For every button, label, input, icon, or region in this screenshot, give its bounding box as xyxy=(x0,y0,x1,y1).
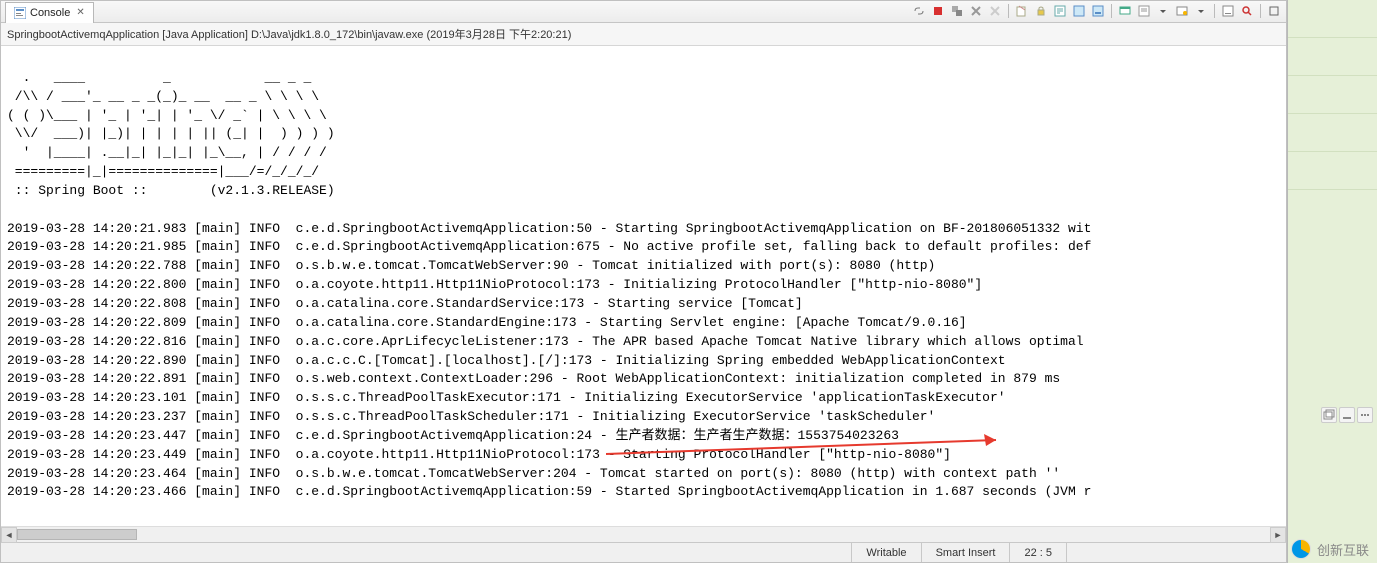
console-view: Console ✕ xyxy=(0,0,1287,563)
log-line: 2019-03-28 14:20:22.809 [main] INFO o.a.… xyxy=(7,314,1280,333)
log-line: 2019-03-28 14:20:23.237 [main] INFO o.s.… xyxy=(7,408,1280,427)
console-tabbar: Console ✕ xyxy=(1,1,1286,23)
status-bar: Writable Smart Insert 22 : 5 xyxy=(1,542,1286,562)
toolbar-separator xyxy=(1008,4,1009,18)
terminate-all-icon[interactable] xyxy=(949,3,965,19)
run-info-text: SpringbootActivemqApplication [Java Appl… xyxy=(7,29,571,41)
toolbar-separator xyxy=(1111,4,1112,18)
watermark-logo-icon xyxy=(1291,539,1311,559)
show-console-on-out-icon[interactable] xyxy=(1090,3,1106,19)
remove-launch-icon[interactable] xyxy=(968,3,984,19)
scroll-right-icon[interactable]: ► xyxy=(1270,527,1286,543)
log-line: 2019-03-28 14:20:23.466 [main] INFO c.e.… xyxy=(7,483,1280,502)
clear-icon[interactable] xyxy=(1014,3,1030,19)
console-tab[interactable]: Console ✕ xyxy=(5,2,94,23)
minimize-view-icon[interactable] xyxy=(1339,407,1355,423)
log-line: 2019-03-28 14:20:22.891 [main] INFO o.s.… xyxy=(7,370,1280,389)
dropdown-icon[interactable] xyxy=(1155,3,1171,19)
log-line: 2019-03-28 14:20:22.788 [main] INFO o.s.… xyxy=(7,257,1280,276)
toolbar-separator xyxy=(1214,4,1215,18)
console-tab-label: Console xyxy=(30,7,70,19)
link-icon[interactable] xyxy=(911,3,927,19)
word-wrap-icon[interactable] xyxy=(1052,3,1068,19)
restore-icon[interactable] xyxy=(1321,407,1337,423)
log-line: 2019-03-28 14:20:22.890 [main] INFO o.a.… xyxy=(7,352,1280,371)
log-line: 2019-03-28 14:20:21.985 [main] INFO c.e.… xyxy=(7,238,1280,257)
side-panel xyxy=(1287,0,1377,563)
status-cursor-position: 22 : 5 xyxy=(1009,543,1066,562)
ascii-art-line: /\\ / ___'_ __ _ _(_)_ __ __ _ \ \ \ \ xyxy=(7,88,1280,107)
run-info-bar: SpringbootActivemqApplication [Java Appl… xyxy=(1,23,1286,46)
toolbar-separator xyxy=(1260,4,1261,18)
close-icon[interactable]: ✕ xyxy=(74,7,84,18)
show-console-icon[interactable] xyxy=(1071,3,1087,19)
log-line: 2019-03-28 14:20:23.447 [main] INFO c.e.… xyxy=(7,427,1280,446)
log-line: 2019-03-28 14:20:23.464 [main] INFO o.s.… xyxy=(7,465,1280,484)
scroll-left-icon[interactable]: ◄ xyxy=(1,527,17,543)
ascii-art-line: \\/ ___)| |_)| | | | | || (_| | ) ) ) ) xyxy=(7,125,1280,144)
watermark: 创新互联 xyxy=(1291,539,1369,559)
remove-all-icon[interactable] xyxy=(987,3,1003,19)
status-empty xyxy=(1066,543,1286,562)
log-line: 2019-03-28 14:20:22.800 [main] INFO o.a.… xyxy=(7,276,1280,295)
find-icon[interactable] xyxy=(1239,3,1255,19)
maximize-icon[interactable] xyxy=(1266,3,1282,19)
ascii-art-line: ( ( )\___ | '_ | '_| | '_ \/ _` | \ \ \ … xyxy=(7,107,1280,126)
log-line: 2019-03-28 14:20:22.816 [main] INFO o.a.… xyxy=(7,333,1280,352)
ascii-art-line: =========|_|==============|___/=/_/_/_/ xyxy=(7,163,1280,182)
ascii-art-line: :: Spring Boot :: (v2.1.3.RELEASE) xyxy=(7,182,1280,201)
console-toolbar xyxy=(911,3,1282,19)
log-line: 2019-03-28 14:20:21.983 [main] INFO c.e.… xyxy=(7,220,1280,239)
pin-icon[interactable] xyxy=(1117,3,1133,19)
horizontal-scrollbar[interactable]: ◄ ► xyxy=(1,526,1286,542)
scroll-lock-icon[interactable] xyxy=(1033,3,1049,19)
open-console-icon[interactable] xyxy=(1174,3,1190,19)
display-selected-icon[interactable] xyxy=(1136,3,1152,19)
status-insert-mode: Smart Insert xyxy=(921,543,1010,562)
dropdown-icon[interactable] xyxy=(1193,3,1209,19)
more-icon[interactable] xyxy=(1357,407,1373,423)
log-line: 2019-03-28 14:20:22.808 [main] INFO o.a.… xyxy=(7,295,1280,314)
ascii-art-line: ' |____| .__|_| |_|_| |_\__, | / / / / xyxy=(7,144,1280,163)
ascii-art-line: . ____ _ __ _ _ xyxy=(7,69,1280,88)
console-icon xyxy=(14,7,26,19)
terminate-icon[interactable] xyxy=(930,3,946,19)
log-line: 2019-03-28 14:20:23.449 [main] INFO o.a.… xyxy=(7,446,1280,465)
watermark-text: 创新互联 xyxy=(1317,540,1369,559)
console-output[interactable]: . ____ _ __ _ _ /\\ / ___'_ __ _ _(_)_ _… xyxy=(1,46,1286,526)
log-line: 2019-03-28 14:20:23.101 [main] INFO o.s.… xyxy=(7,389,1280,408)
minimize-icon[interactable] xyxy=(1220,3,1236,19)
side-toolbar xyxy=(1321,407,1373,423)
status-writable: Writable xyxy=(851,543,920,562)
scrollbar-thumb[interactable] xyxy=(17,529,137,540)
